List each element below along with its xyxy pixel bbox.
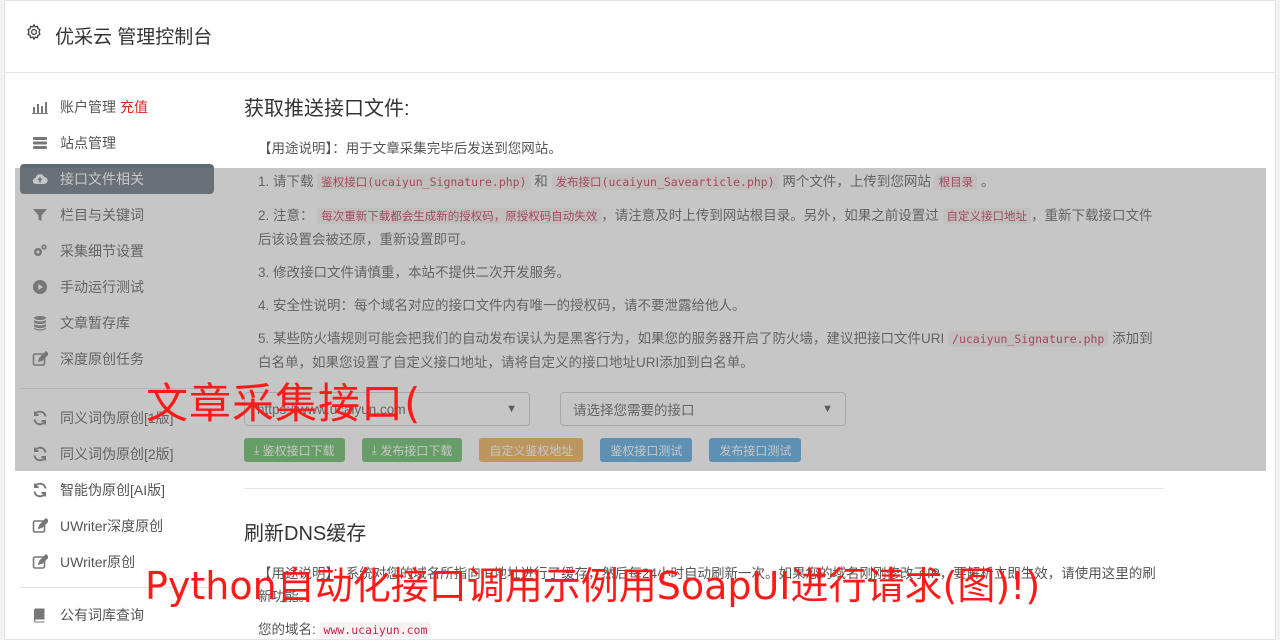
sidebar-item-label: 智能伪原创[AI版] bbox=[60, 482, 166, 498]
code-custom-address: 自定义接口地址 bbox=[942, 208, 1032, 224]
instruction-2: 2. 注意： 每次重新下载都会生成新的授权码，原授权码自动失效 ，请注意及时上传到… bbox=[244, 204, 1164, 251]
chevron-down-icon: ▼ bbox=[822, 403, 833, 415]
refresh-icon bbox=[33, 410, 47, 426]
domain-value: www.ucaiyun.com bbox=[319, 622, 432, 638]
gears-icon bbox=[34, 244, 47, 256]
sidebar-item-label: 采集细节设置 bbox=[60, 243, 144, 259]
button-label: 自定义鉴权地址 bbox=[489, 443, 574, 458]
section-title-dns: 刷新DNS缓存 bbox=[244, 523, 367, 545]
sidebar-item-sites[interactable]: 站点管理 bbox=[20, 128, 214, 158]
sidebar-item-label: 站点管理 bbox=[60, 135, 116, 151]
book-icon bbox=[33, 608, 45, 623]
sidebar-item-label: 账户管理 bbox=[60, 99, 116, 115]
sidebar-item-label: 公有词库查询 bbox=[60, 607, 144, 623]
sidebar-item-label: 手动运行测试 bbox=[60, 279, 144, 295]
sidebar-item-synonym-v2[interactable]: 同义词伪原创[2版] bbox=[20, 439, 214, 469]
edit-icon bbox=[32, 351, 48, 366]
gear-icon bbox=[27, 23, 41, 41]
domain-row: 您的域名: www.ucaiyun.com bbox=[244, 618, 1164, 640]
button-label: 发布接口下载 bbox=[380, 443, 453, 458]
custom-auth-button[interactable]: 自定义鉴权地址 bbox=[479, 438, 584, 462]
bar-chart-icon bbox=[32, 102, 48, 114]
text: 。 bbox=[980, 174, 995, 189]
button-label: 鉴权接口下载 bbox=[262, 443, 335, 458]
watermark-text-2: Python自动化接口调用示例用SoapUI进行请求(图)!) bbox=[145, 564, 1041, 608]
refresh-icon bbox=[33, 446, 47, 462]
sidebar-item-interface-files[interactable]: 接口文件相关 bbox=[20, 164, 214, 194]
sidebar-item-ai-rewrite[interactable]: 智能伪原创[AI版] bbox=[20, 475, 214, 505]
instruction-1: 1. 请下载 鉴权接口(ucaiyun_Signature.php) 和 发布接… bbox=[244, 170, 1164, 194]
usage-note: 【用途说明】：用于文章采集完毕后发送到您网站。 bbox=[258, 141, 562, 156]
auth-test-button[interactable]: 鉴权接口测试 bbox=[600, 438, 693, 462]
sidebar-item-uwriter-deep[interactable]: UWriter深度原创 bbox=[20, 511, 214, 541]
domain-label: 您的域名: bbox=[258, 622, 316, 637]
page-title: 优采云 管理控制台 bbox=[55, 27, 213, 48]
text: 1. 请下载 bbox=[258, 174, 314, 189]
code-root-dir: 根目录 bbox=[934, 174, 978, 190]
section-divider bbox=[244, 488, 1164, 489]
refresh-icon bbox=[33, 482, 47, 498]
recharge-link[interactable]: 充值 bbox=[120, 97, 148, 117]
cloud-upload-icon bbox=[32, 174, 48, 185]
watermark-text-1: 文章采集接口( bbox=[146, 379, 422, 428]
filter-icon bbox=[33, 209, 47, 221]
edit-icon bbox=[32, 518, 48, 533]
sidebar-item-label: 文章暂存库 bbox=[60, 315, 130, 331]
code-publish-file: 发布接口(ucaiyun_Savearticle.php) bbox=[551, 174, 779, 190]
text: ，请注意及时上传到网站根目录。另外，如果之前设置过 bbox=[601, 208, 939, 223]
sidebar-item-label: 同义词伪原创[2版] bbox=[60, 446, 174, 462]
text: 2. 注意： bbox=[258, 208, 314, 223]
sidebar-item-label: 接口文件相关 bbox=[60, 171, 144, 187]
server-icon bbox=[33, 137, 47, 149]
button-label: 鉴权接口测试 bbox=[610, 443, 683, 458]
instruction-4: 4. 安全性说明：每个域名对应的接口文件内有唯一的授权码，请不要泄露给他人。 bbox=[258, 298, 746, 313]
action-buttons: ⤓ 鉴权接口下载 ⤓ 发布接口下载 自定义鉴权地址 鉴权接口测试 发布接口测试 bbox=[244, 438, 1164, 462]
publish-test-button[interactable]: 发布接口测试 bbox=[709, 438, 802, 462]
download-icon: ⤓ bbox=[371, 442, 381, 457]
code-signature-uri: /ucaiyun_Signature.php bbox=[948, 331, 1109, 347]
sidebar-item-article-storage[interactable]: 文章暂存库 bbox=[20, 308, 214, 338]
text: 和 bbox=[534, 174, 548, 189]
sidebar-item-label: 栏目与关键词 bbox=[60, 207, 144, 223]
instruction-5: 5. 某些防火墙规则可能会把我们的自动发布误认为是黑客行为，如果您的服务器开启了… bbox=[244, 327, 1164, 374]
chevron-down-icon: ▼ bbox=[506, 403, 517, 415]
sidebar-item-label: 深度原创任务 bbox=[60, 351, 144, 367]
sidebar-item-label: UWriter原创 bbox=[60, 554, 136, 570]
text: 5. 某些防火墙规则可能会把我们的自动发布误认为是黑客行为，如果您的服务器开启了… bbox=[258, 331, 945, 346]
text: 两个文件，上传到您网站 bbox=[782, 174, 931, 189]
sidebar-item-collect-settings[interactable]: 采集细节设置 bbox=[20, 236, 214, 266]
play-icon bbox=[33, 280, 47, 294]
sidebar-item-label: UWriter深度原创 bbox=[60, 518, 164, 534]
code-warning: 每次重新下载都会生成新的授权码，原授权码自动失效 bbox=[317, 208, 602, 224]
code-auth-file: 鉴权接口(ucaiyun_Signature.php) bbox=[317, 174, 531, 190]
interface-select[interactable]: 请选择您需要的接口 ▼ bbox=[560, 392, 846, 426]
sidebar-item-account[interactable]: 账户管理 充值 bbox=[20, 92, 214, 122]
edit-icon bbox=[32, 554, 48, 569]
download-icon: ⤓ bbox=[254, 442, 263, 457]
instruction-3: 3. 修改接口文件请慎重，本站不提供二次开发服务。 bbox=[258, 265, 571, 280]
publish-download-button[interactable]: ⤓ 发布接口下载 bbox=[361, 438, 463, 462]
sidebar-item-manual-run[interactable]: 手动运行测试 bbox=[20, 272, 214, 302]
top-header: 优采云 管理控制台 bbox=[5, 1, 1275, 73]
button-label: 发布接口测试 bbox=[719, 443, 792, 458]
section-title-interface-files: 获取推送接口文件: bbox=[244, 98, 410, 120]
auth-download-button[interactable]: ⤓ 鉴权接口下载 bbox=[244, 438, 345, 462]
database-icon bbox=[34, 316, 46, 331]
sidebar-item-columns-keywords[interactable]: 栏目与关键词 bbox=[20, 200, 214, 230]
interface-select-value: 请选择您需要的接口 bbox=[573, 403, 695, 418]
